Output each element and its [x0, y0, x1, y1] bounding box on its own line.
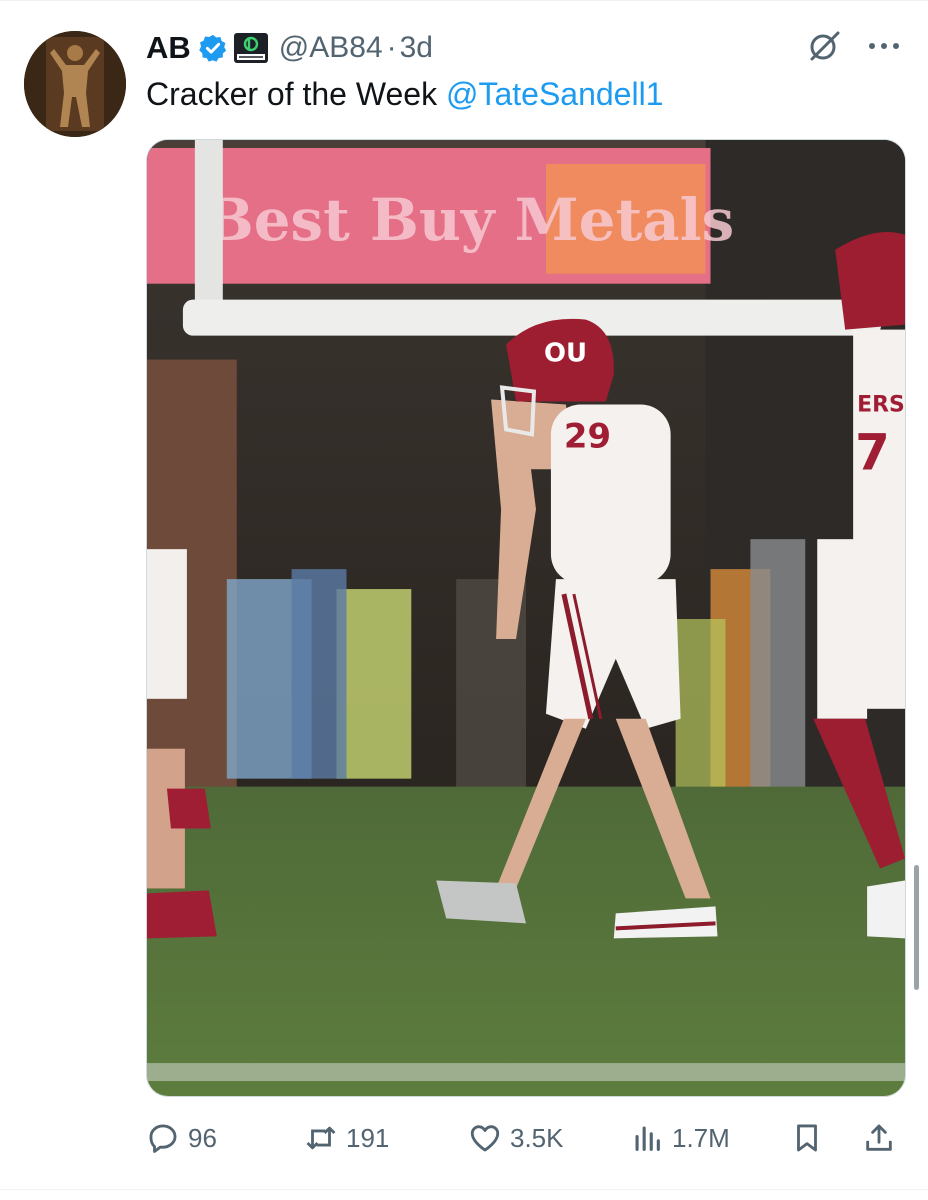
- repost-button[interactable]: 191: [304, 1112, 389, 1164]
- bookmark-button[interactable]: [790, 1112, 824, 1164]
- right-player-text: ERS: [857, 392, 905, 417]
- mention-link[interactable]: @TateSandell1: [446, 76, 664, 112]
- repost-count: 191: [346, 1122, 390, 1153]
- helmet-logo: OU: [544, 339, 587, 369]
- grok-icon[interactable]: [806, 28, 842, 64]
- player-number: 29: [564, 416, 611, 455]
- views-icon: [635, 1126, 660, 1151]
- separator-dot: ·: [386, 31, 397, 64]
- football-photo: Best Buy Metals 29 OU ERS 7: [147, 140, 905, 1096]
- reply-icon: [149, 1124, 177, 1153]
- author-display-name[interactable]: AB: [146, 30, 191, 66]
- like-count: 3.5K: [510, 1122, 564, 1153]
- share-button[interactable]: [862, 1112, 896, 1164]
- author-handle[interactable]: @AB84: [279, 31, 383, 65]
- views-button[interactable]: 1.7M: [630, 1112, 730, 1164]
- share-icon: [866, 1124, 892, 1151]
- avatar[interactable]: [24, 31, 126, 137]
- timestamp[interactable]: 3d: [400, 31, 433, 65]
- bc-game-affiliate-icon[interactable]: [233, 33, 268, 63]
- reply-button[interactable]: 96: [146, 1112, 217, 1164]
- tweet-header: AB @AB84 · 3d: [146, 28, 433, 68]
- repost-icon: [306, 1126, 336, 1150]
- tweet-actions: 96 191 3.5K 1.7M: [146, 1112, 906, 1164]
- bookmark-icon: [797, 1124, 817, 1152]
- tweet-text-main: Cracker of the Week: [146, 76, 438, 112]
- like-icon: [470, 1125, 500, 1152]
- right-player-number: 7: [855, 423, 890, 481]
- banner-text: Best Buy Metals: [205, 186, 734, 254]
- top-divider: [0, 0, 928, 1]
- views-count: 1.7M: [672, 1122, 730, 1153]
- like-button[interactable]: 3.5K: [468, 1112, 564, 1164]
- scrollbar[interactable]: [914, 865, 919, 990]
- more-icon[interactable]: [866, 36, 902, 56]
- tweet-media[interactable]: Best Buy Metals 29 OU ERS 7: [146, 139, 906, 1097]
- bottom-divider: [0, 1189, 928, 1190]
- verified-badge-icon: [199, 34, 226, 62]
- reply-count: 96: [188, 1122, 217, 1153]
- avatar-statue-image: [24, 31, 126, 137]
- tweet-text: Cracker of the Week @TateSandell1: [146, 76, 663, 113]
